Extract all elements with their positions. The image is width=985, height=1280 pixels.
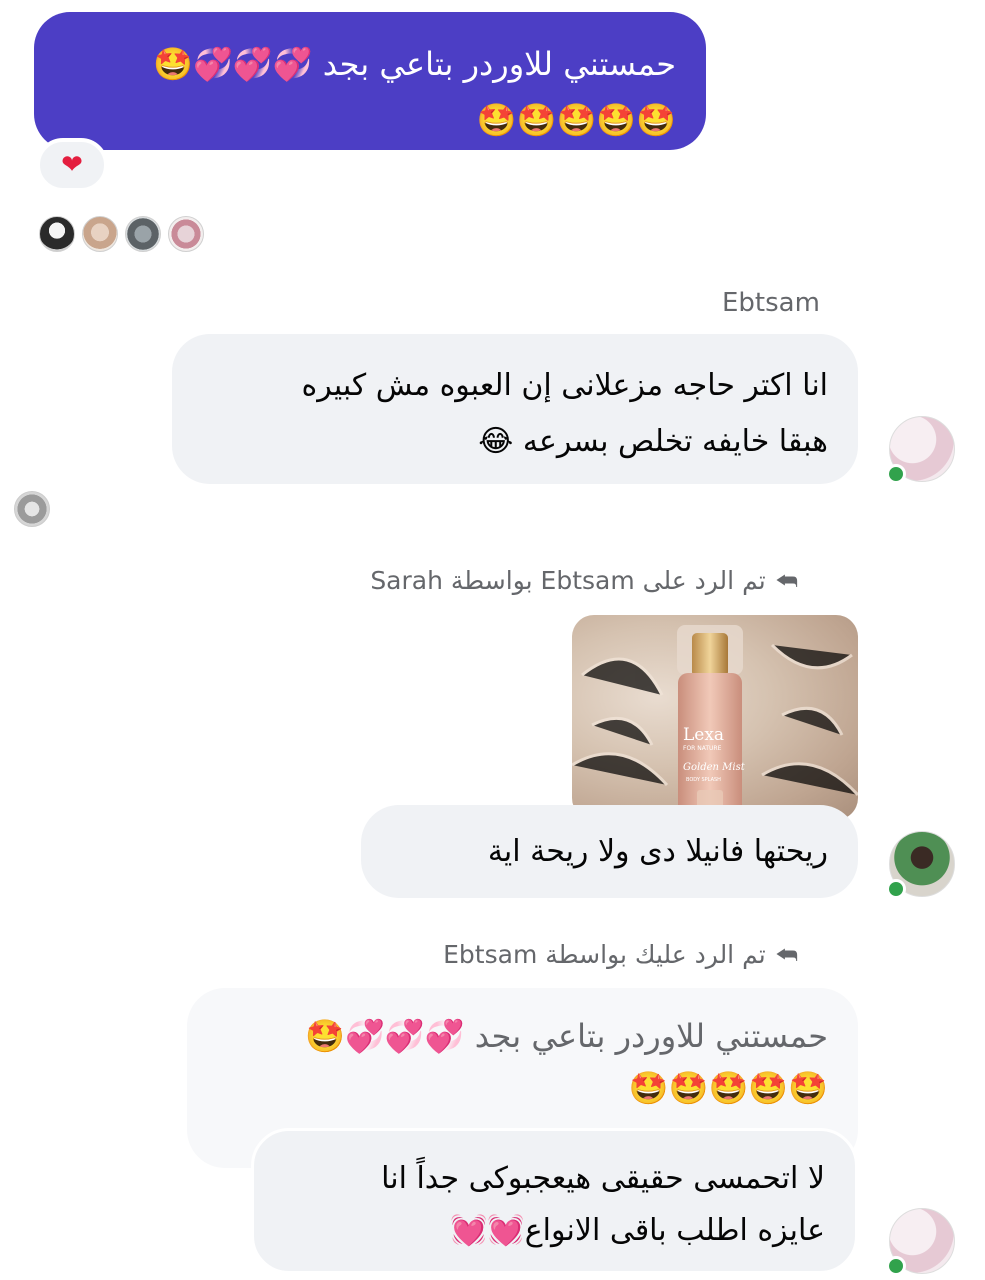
seen-avatar-2 — [82, 216, 118, 252]
photo-product-sub: BODY SPLASH — [686, 777, 721, 783]
message-bubble[interactable]: ريحتها فانيلا دى ولا ريحة اية — [361, 805, 858, 898]
product-photo: Lexa FOR NATURE Golden Mist BODY SPLASH — [572, 625, 858, 820]
online-status-dot — [886, 879, 906, 899]
seen-avatar-4 — [168, 216, 204, 252]
message-line: عايزه اطلب باقى الانواع💓💓 — [450, 1213, 825, 1248]
own-message-bubble[interactable]: حمستني للاوردر بتاعي بجد 💞💞💞🤩 🤩🤩🤩🤩🤩 — [34, 12, 706, 150]
reply-indicator: ⮪ تم الرد عليك بواسطة Ebtsam — [400, 940, 798, 969]
seen-avatar-1 — [39, 216, 75, 252]
photo-brand-sub: FOR NATURE — [683, 745, 722, 752]
quoted-line: حمستني للاوردر بتاعي بجد 💞💞💞🤩 — [305, 1017, 828, 1055]
online-status-dot — [886, 464, 906, 484]
heart-reaction-icon[interactable]: ❤ — [36, 138, 108, 192]
message-line: هبقا خايفه تخلص بسرعه 😂 — [478, 424, 828, 459]
photo-attachment[interactable]: Lexa FOR NATURE Golden Mist BODY SPLASH — [572, 615, 858, 820]
photo-product: Golden Mist — [683, 762, 746, 773]
message-line: انا اكتر حاجه مزعلانى إن العبوه مش كبيره — [301, 368, 828, 403]
reply-icon: ⮪ — [775, 567, 798, 595]
message-text: ريحتها فانيلا دى ولا ريحة اية — [487, 834, 828, 869]
own-message-line-2: 🤩🤩🤩🤩🤩 — [476, 101, 676, 139]
message-bubble[interactable]: لا اتحمسى حقيقى هيعجبوكى جداً انا عايزه … — [251, 1128, 858, 1274]
message-bubble[interactable]: انا اكتر حاجه مزعلانى إن العبوه مش كبيره… — [172, 334, 858, 484]
sender-name: Ebtsam — [722, 288, 820, 318]
reply-icon: ⮪ — [775, 941, 798, 969]
reply-indicator: ⮪ تم الرد على Ebtsam بواسطة Sarah — [300, 566, 798, 595]
reply-meta-text: تم الرد عليك بواسطة Ebtsam — [443, 940, 766, 969]
reply-meta-text: تم الرد على Ebtsam بواسطة Sarah — [370, 566, 766, 595]
online-status-dot — [886, 1256, 906, 1276]
photo-brand: Lexa — [683, 725, 724, 745]
read-receipt-avatar — [14, 491, 50, 527]
message-line: لا اتحمسى حقيقى هيعجبوكى جداً انا — [381, 1161, 825, 1196]
own-message-line-1: حمستني للاوردر بتاعي بجد 💞💞💞🤩 — [153, 45, 676, 83]
seen-avatar-3 — [125, 216, 161, 252]
quoted-line: 🤩🤩🤩🤩🤩 — [628, 1069, 828, 1107]
